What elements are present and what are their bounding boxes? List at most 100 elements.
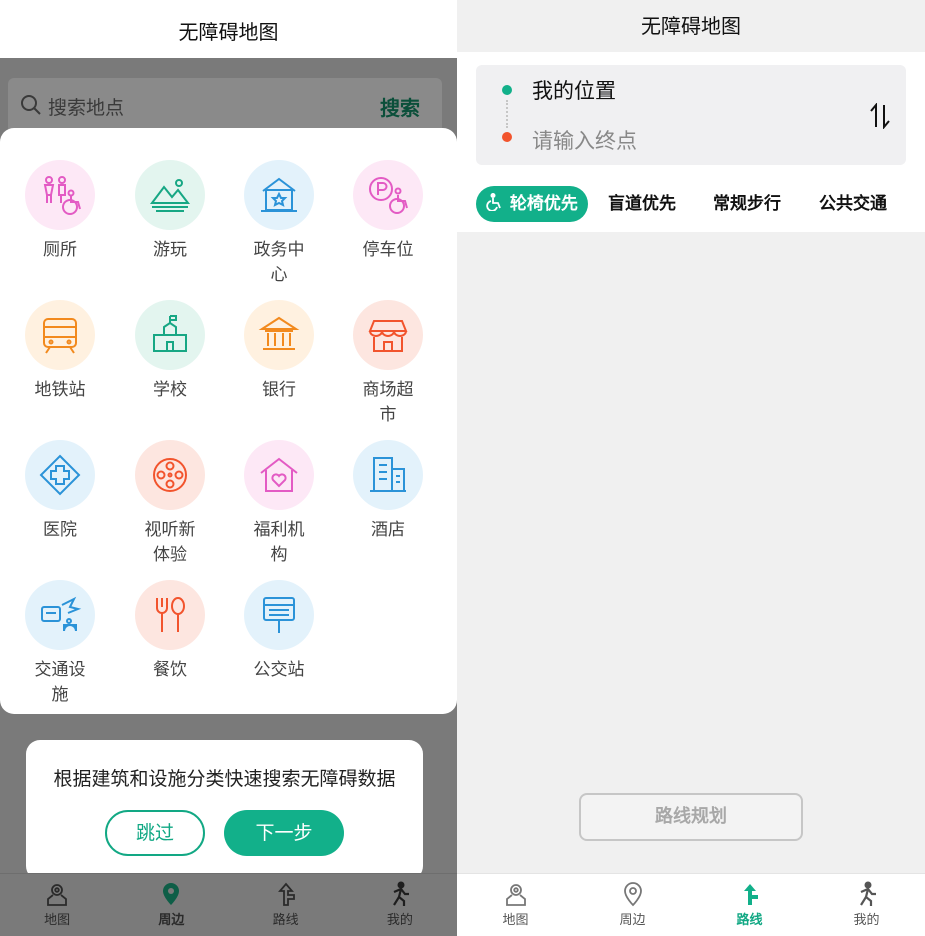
start-point-dot (502, 85, 512, 95)
category-label: 酒店 (371, 520, 405, 540)
location-pin-icon (163, 883, 180, 905)
tab-label: 路线 (736, 913, 763, 928)
mode-regular-walk[interactable]: 常规步行 (713, 186, 781, 222)
guide-tip-text: 根据建筑和设施分类快速搜索无障碍数据 (53, 768, 396, 790)
transport-facility-icon (25, 580, 95, 650)
bus-stop-icon (244, 580, 314, 650)
mountain-icon (135, 160, 205, 230)
walking-person-icon (859, 881, 876, 906)
category-label: 商场超市 (362, 380, 414, 425)
search-icon (21, 95, 41, 115)
end-point-dot (502, 132, 512, 142)
category-bank[interactable]: 银行 (229, 300, 329, 403)
tab-label: 地图 (44, 913, 71, 928)
category-label: 政务中心 (253, 240, 305, 285)
category-dining[interactable]: 餐饮 (120, 580, 220, 683)
category-label: 餐饮 (153, 660, 187, 680)
mode-tactile-path[interactable]: 盲道优先 (608, 186, 676, 222)
guide-tip-card: 根据建筑和设施分类快速搜索无障碍数据 跳过 下一步 (26, 740, 423, 880)
category-hotel[interactable]: 酒店 (338, 440, 438, 543)
tab-mine[interactable]: 我的 (343, 874, 457, 936)
category-av-experience[interactable]: 视听新体验 (120, 440, 220, 568)
bottom-tab-bar: 地图 周边 路线 我的 (0, 873, 457, 936)
hospital-icon (25, 440, 95, 510)
onboarding-screen: 无障碍地图 搜索地点 搜索 厕所 游玩 政务中心 停车位 地铁站 学校 银行 商… (0, 0, 457, 936)
category-label: 地铁站 (34, 380, 86, 400)
film-reel-icon (135, 440, 205, 510)
category-label: 学校 (153, 380, 187, 400)
category-play[interactable]: 游玩 (120, 160, 220, 263)
tab-label: 周边 (158, 913, 185, 928)
government-icon (244, 160, 314, 230)
swap-icon[interactable] (870, 103, 890, 129)
category-sheet: 厕所 游玩 政务中心 停车位 地铁站 学校 银行 商场超市 医院 视听新体验 福… (0, 128, 457, 714)
route-planning-screen: 无障碍地图 我的位置 请输入终点 轮椅优先 盲道优先 常规步行 公共交通 路线规… (457, 0, 925, 936)
tab-route[interactable]: 路线 (691, 874, 808, 936)
tab-label: 周边 (619, 913, 646, 928)
travel-mode-tabs: 轮椅优先 盲道优先 常规步行 公共交通 (476, 186, 916, 222)
tab-nearby[interactable]: 周边 (574, 874, 691, 936)
restroom-icon (25, 160, 95, 230)
bottom-tab-bar: 地图 周边 路线 我的 (457, 873, 925, 936)
tab-mine[interactable]: 我的 (808, 874, 925, 936)
welfare-home-icon (244, 440, 314, 510)
school-icon (135, 300, 205, 370)
category-subway[interactable]: 地铁站 (10, 300, 110, 403)
category-school[interactable]: 学校 (120, 300, 220, 403)
start-location-field[interactable]: 我的位置 (532, 75, 616, 105)
map-icon (47, 884, 68, 906)
route-arrow-icon (743, 884, 758, 905)
category-bus-stop[interactable]: 公交站 (229, 580, 329, 683)
category-transport-facility[interactable]: 交通设施 (10, 580, 110, 708)
category-label: 交通设施 (34, 660, 86, 705)
tab-map[interactable]: 地图 (457, 874, 574, 936)
category-label: 停车位 (362, 240, 414, 260)
map-icon (505, 884, 526, 906)
search-input[interactable]: 搜索地点 (48, 93, 124, 120)
category-mall[interactable]: 商场超市 (338, 300, 438, 428)
category-label: 银行 (262, 380, 296, 400)
page-title: 无障碍地图 (641, 14, 741, 38)
bank-icon (244, 300, 314, 370)
mode-label: 轮椅优先 (509, 194, 578, 214)
category-label: 视听新体验 (144, 520, 196, 565)
dining-icon (135, 580, 205, 650)
search-button[interactable]: 搜索 (380, 92, 420, 121)
category-welfare[interactable]: 福利机构 (229, 440, 329, 568)
parking-icon (353, 160, 423, 230)
route-input-box: 我的位置 请输入终点 (476, 65, 906, 165)
category-government[interactable]: 政务中心 (229, 160, 329, 288)
category-hospital[interactable]: 医院 (10, 440, 110, 543)
route-input-section: 我的位置 请输入终点 轮椅优先 盲道优先 常规步行 公共交通 (457, 52, 925, 232)
category-label: 福利机构 (253, 520, 305, 565)
tab-label: 我的 (853, 913, 880, 928)
search-bar[interactable]: 搜索地点 搜索 (8, 78, 442, 134)
page-title: 无障碍地图 (178, 20, 279, 44)
category-label: 公交站 (253, 660, 305, 680)
subway-icon (25, 300, 95, 370)
destination-input[interactable]: 请输入终点 (532, 125, 637, 155)
category-label: 游玩 (153, 240, 187, 260)
category-parking[interactable]: 停车位 (338, 160, 438, 263)
category-restroom[interactable]: 厕所 (10, 160, 110, 263)
tab-label: 我的 (386, 913, 413, 928)
skip-button[interactable]: 跳过 (105, 810, 205, 856)
route-connector (506, 100, 508, 128)
location-pin-icon (623, 882, 642, 907)
tab-label: 路线 (272, 913, 299, 928)
hotel-icon (353, 440, 423, 510)
shop-icon (353, 300, 423, 370)
mode-public-transit[interactable]: 公共交通 (819, 186, 887, 222)
tab-route[interactable]: 路线 (229, 874, 343, 936)
route-plan-button[interactable]: 路线规划 (579, 793, 803, 841)
tab-nearby[interactable]: 周边 (114, 874, 228, 936)
tab-map[interactable]: 地图 (0, 874, 114, 936)
walking-person-icon (392, 881, 409, 906)
route-arrow-icon (277, 882, 295, 906)
tab-label: 地图 (502, 913, 529, 928)
mode-wheelchair[interactable]: 轮椅优先 (476, 186, 588, 222)
category-label: 医院 (43, 520, 77, 540)
next-step-button[interactable]: 下一步 (224, 810, 344, 856)
wheelchair-icon (486, 192, 501, 212)
category-label: 厕所 (43, 240, 77, 260)
